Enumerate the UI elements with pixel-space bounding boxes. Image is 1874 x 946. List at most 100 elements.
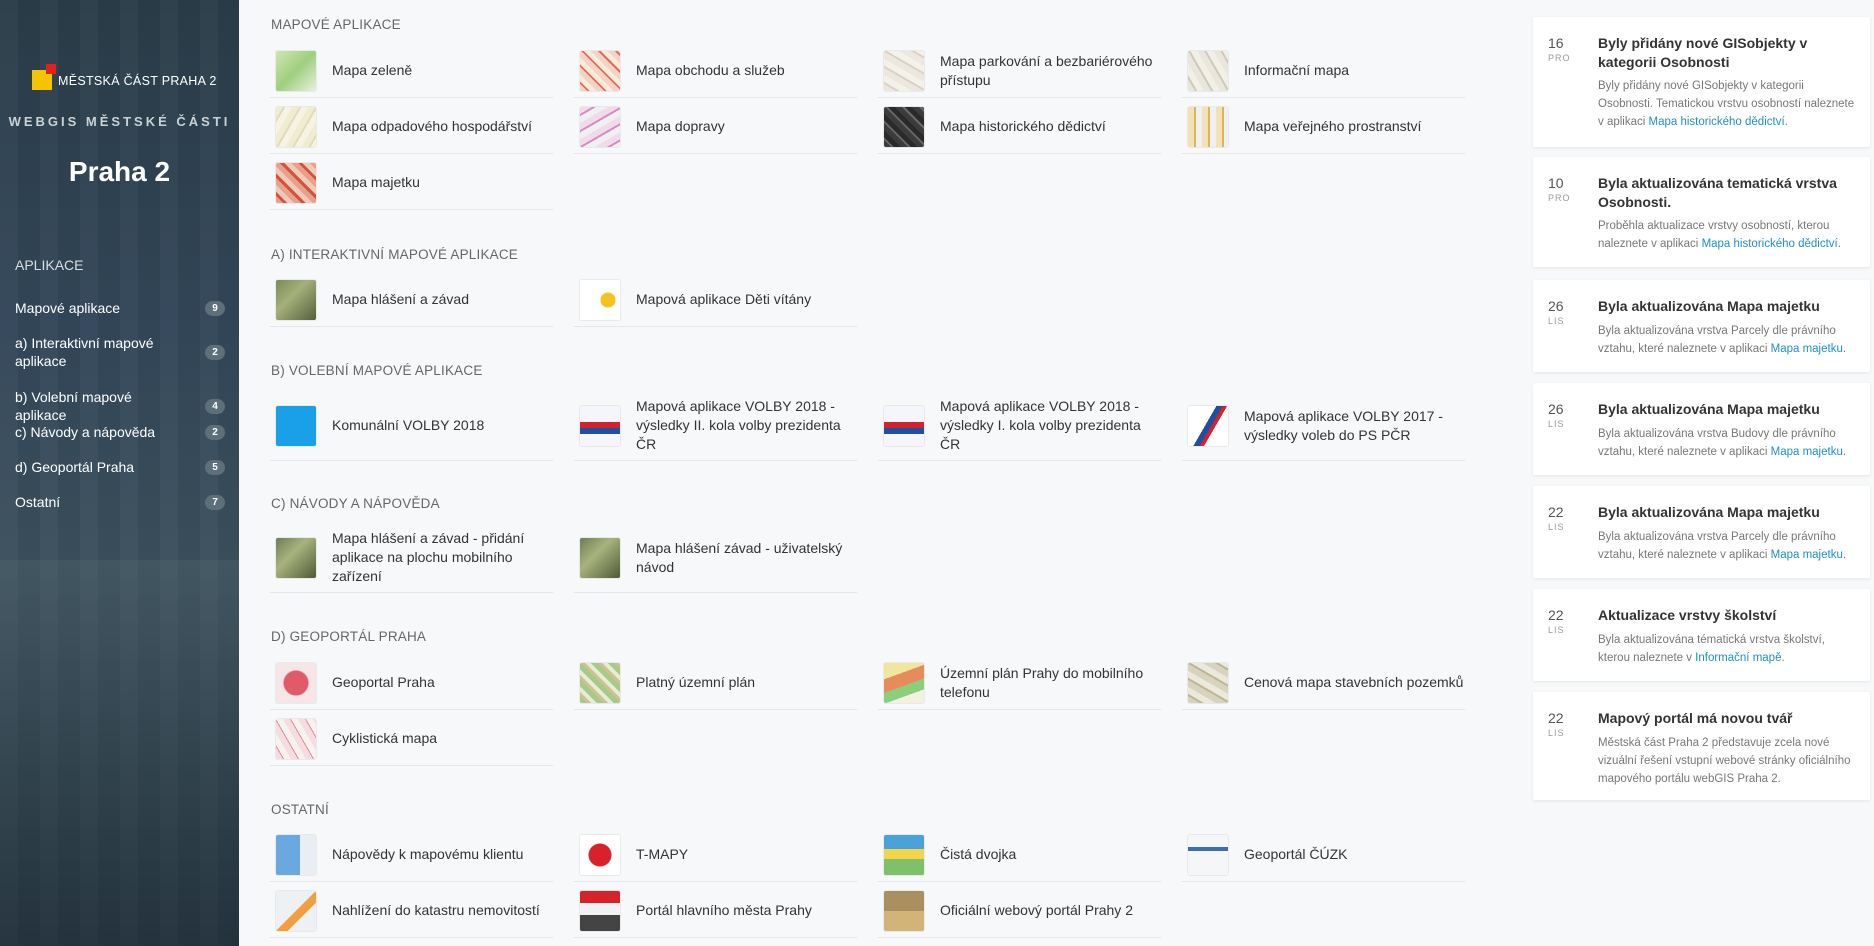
map-thumbnail-icon <box>580 537 620 578</box>
app-card[interactable]: Nápovědy k mapovému klientu <box>270 828 553 882</box>
site-title: Praha 2 <box>68 156 171 187</box>
app-card[interactable]: Geoportál ČÚZK <box>1182 828 1465 882</box>
app-card-title: Mapa dopravy <box>636 118 725 134</box>
map-thumbnail-icon <box>1188 106 1228 147</box>
news-body: Byla aktualizována vrstva Parcely dle pr… <box>1598 531 1847 561</box>
app-card-title: Geoportal Praha <box>332 674 435 690</box>
app-card-title: Nápovědy k mapovému klientu <box>332 846 524 862</box>
news-link[interactable]: Mapa majetku <box>1771 446 1843 458</box>
nav-item-label: b) Volební mapové aplikace <box>15 389 132 423</box>
app-card[interactable]: Mapa hlášení a závad <box>270 273 553 327</box>
app-card-title: Mapová aplikace Děti vítány <box>636 291 812 307</box>
app-card[interactable]: Mapa veřejného prostranství <box>1182 100 1465 154</box>
app-card-title: Mapa historického dědictví <box>940 118 1106 134</box>
app-card[interactable]: Mapa zeleně <box>270 44 553 98</box>
nav-item-mapove-aplikace[interactable]: Mapové aplikace 9 <box>15 299 225 317</box>
nav-item-label: a) Interaktivní mapové aplikace <box>15 335 154 369</box>
city-logo[interactable]: MĚSTSKÁ ČÁST PRAHA 2 <box>32 64 217 90</box>
news-link[interactable]: Mapa majetku <box>1771 549 1843 561</box>
app-card[interactable]: Mapa dopravy <box>574 100 857 154</box>
nav-item-volebni[interactable]: b) Volební mapové aplikace 4 <box>15 388 225 424</box>
count-badge: 4 <box>205 398 225 414</box>
news-item[interactable]: 22 LIS Aktualizace vrstvy školství Byla … <box>1533 589 1870 681</box>
nav-item-ostatni[interactable]: Ostatní 7 <box>15 493 225 511</box>
app-card-title: Územní plán Prahy do mobilního telefonu <box>940 664 1144 700</box>
news-link[interactable]: Mapa majetku <box>1771 343 1843 355</box>
news-link[interactable]: Informační mapě <box>1695 652 1781 664</box>
app-card-title: Oficiální webový portál Prahy 2 <box>940 902 1133 918</box>
app-card[interactable]: Platný územní plán <box>574 656 857 710</box>
app-card[interactable]: Mapa odpadového hospodářství <box>270 100 553 154</box>
app-card-title: Portál hlavního města Prahy <box>636 902 812 918</box>
app-card-title: Mapová aplikace VOLBY 2018 - výsledky II… <box>636 398 841 452</box>
app-card[interactable]: Mapa hlášení závad - uživatelský návod <box>574 523 857 593</box>
app-card-title: Mapa majetku <box>332 174 420 190</box>
news-title: Byla aktualizována Mapa majetku <box>1598 401 1820 417</box>
app-card[interactable]: Cenová mapa stavebních pozemků <box>1182 656 1465 710</box>
count-badge: 2 <box>205 424 225 440</box>
map-thumbnail-icon <box>276 279 316 320</box>
news-item[interactable]: 22 LIS Mapový portál má novou tvář Městs… <box>1533 692 1870 800</box>
app-card-title: Mapa obchodu a služeb <box>636 62 785 78</box>
app-card[interactable]: Geoportal Praha <box>270 656 553 710</box>
app-card[interactable]: Územní plán Prahy do mobilního telefonu <box>878 656 1161 710</box>
nav-item-label: Ostatní <box>15 494 61 510</box>
nav-item-interaktivni[interactable]: a) Interaktivní mapové aplikace 2 <box>15 334 225 370</box>
count-badge: 9 <box>205 300 225 316</box>
app-card-title: Mapa hlášení závad - uživatelský návod <box>636 539 843 575</box>
news-day: 10 <box>1548 175 1564 191</box>
app-card[interactable]: Mapa obchodu a služeb <box>574 44 857 98</box>
news-month: PRO <box>1548 193 1571 203</box>
news-item[interactable]: 22 LIS Byla aktualizována Mapa majetku B… <box>1533 486 1870 578</box>
tmapy-logo-icon <box>580 834 620 875</box>
app-card[interactable]: Mapová aplikace VOLBY 2018 - výsledky I.… <box>878 391 1161 461</box>
app-card[interactable]: Mapa majetku <box>270 156 553 210</box>
app-card[interactable]: Čistá dvojka <box>878 828 1161 882</box>
news-item[interactable]: 10 PRO Byla aktualizována tematická vrst… <box>1533 157 1870 267</box>
deti-vitany-logo-icon <box>580 279 620 320</box>
news-title: Byla aktualizována Mapa majetku <box>1598 504 1820 520</box>
app-card[interactable]: Cyklistická mapa <box>270 712 553 766</box>
app-card[interactable]: T-MAPY <box>574 828 857 882</box>
news-day: 22 <box>1548 710 1564 726</box>
news-item[interactable]: 16 PRO Byly přidány nové GISobjekty v ka… <box>1533 17 1870 147</box>
app-card[interactable]: Mapa parkování a bezbariérového přístupu <box>878 44 1161 98</box>
praha2-portal-thumbnail-icon <box>884 890 924 931</box>
news-link[interactable]: Mapa historického dědictví <box>1702 238 1838 250</box>
app-card-title: Mapa odpadového hospodářství <box>332 118 533 134</box>
app-card[interactable]: Mapa hlášení a závad - přidání aplikace … <box>270 523 553 593</box>
cista-dvojka-icon <box>884 834 924 875</box>
news-item[interactable]: 26 LIS Byla aktualizována Mapa majetku B… <box>1533 383 1870 475</box>
app-card-title: Cenová mapa stavebních pozemků <box>1244 674 1464 690</box>
nav-item-label: c) Návody a nápověda <box>15 424 156 440</box>
app-card[interactable]: Mapová aplikace Děti vítány <box>574 273 857 327</box>
app-card-title: T-MAPY <box>636 846 689 862</box>
news-month: PRO <box>1548 53 1571 63</box>
app-card[interactable]: Informační mapa <box>1182 44 1465 98</box>
news-day: 26 <box>1548 298 1564 314</box>
volby-logo-icon <box>276 405 316 446</box>
main-content: MAPOVÉ APLIKACE Mapa zeleně Mapa obchodu… <box>239 0 1499 946</box>
news-link[interactable]: Mapa historického dědictví <box>1649 116 1785 128</box>
app-card[interactable]: Oficiální webový portál Prahy 2 <box>878 884 1161 938</box>
news-title: Byly přidány nové GISobjekty v kategorii… <box>1598 35 1808 70</box>
nav-item-navody[interactable]: c) Návody a nápověda 2 <box>15 423 225 441</box>
nav-item-geoportal[interactable]: d) Geoportál Praha 5 <box>15 458 225 476</box>
news-item[interactable]: 26 LIS Byla aktualizována Mapa majetku B… <box>1533 280 1870 372</box>
app-card[interactable]: Mapová aplikace VOLBY 2017 - výsledky vo… <box>1182 391 1465 461</box>
logo-mark-icon <box>32 64 56 90</box>
news-month: LIS <box>1548 625 1565 635</box>
news-month: LIS <box>1548 316 1565 326</box>
app-card[interactable]: Mapa historického dědictví <box>878 100 1161 154</box>
app-card[interactable]: Portál hlavního města Prahy <box>574 884 857 938</box>
map-thumbnail-icon <box>276 662 316 703</box>
section-heading-ostatni: OSTATNÍ <box>271 802 329 817</box>
app-card[interactable]: Komunální VOLBY 2018 <box>270 391 553 461</box>
map-thumbnail-icon <box>884 50 924 91</box>
app-card[interactable]: Nahlížení do katastru nemovitostí <box>270 884 553 938</box>
app-card[interactable]: Mapová aplikace VOLBY 2018 - výsledky II… <box>574 391 857 461</box>
volby-logo-icon <box>1188 405 1228 446</box>
news-day: 22 <box>1548 607 1564 623</box>
app-card-title: Nahlížení do katastru nemovitostí <box>332 902 540 918</box>
nav-item-label: d) Geoportál Praha <box>15 459 135 475</box>
